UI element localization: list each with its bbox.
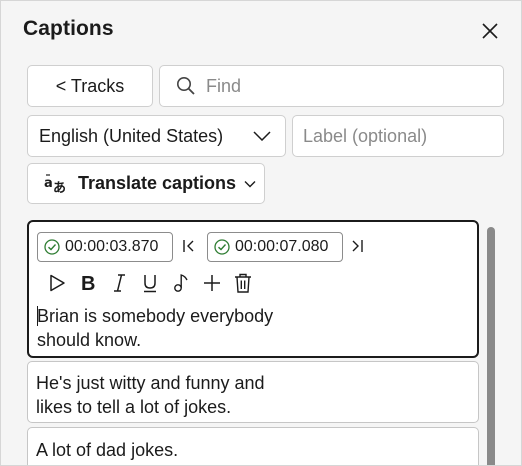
find-input[interactable]: Find [159, 65, 504, 107]
play-button[interactable] [41, 270, 72, 296]
check-circle-icon [44, 239, 60, 255]
end-time-field[interactable]: 00:00:07.080 [207, 232, 343, 262]
back-to-tracks-button[interactable]: < Tracks [27, 65, 153, 107]
skip-start-icon [183, 240, 194, 252]
caption-item-active[interactable]: 00:00:03.870 00:00:07.080 B Brian is som… [27, 220, 479, 358]
chevron-down-icon [253, 131, 271, 141]
svg-text:あ: あ [53, 181, 66, 195]
translate-captions-button[interactable]: a あ Translate captions [27, 163, 265, 204]
chevron-down-icon [244, 180, 256, 187]
caption-text: He's just witty and funny and likes to t… [36, 373, 265, 417]
language-dropdown[interactable]: English (United States) [27, 115, 286, 157]
search-icon [177, 77, 195, 95]
find-placeholder: Find [206, 75, 242, 96]
translate-icon: a あ [44, 173, 66, 195]
underline-button[interactable] [134, 270, 165, 296]
scrollbar-thumb[interactable] [487, 227, 495, 465]
delete-caption-button[interactable] [227, 270, 258, 296]
caption-text: A lot of dad jokes. [36, 440, 179, 460]
italic-icon [113, 274, 125, 292]
caption-text-editor[interactable]: Brian is somebody everybody should know. [37, 304, 457, 352]
underline-icon [143, 275, 156, 293]
italic-button[interactable] [103, 270, 134, 296]
caption-item[interactable]: A lot of dad jokes. [27, 427, 479, 465]
jump-to-start-button[interactable] [181, 238, 197, 259]
check-circle-icon [214, 239, 230, 255]
start-time-field[interactable]: 00:00:03.870 [37, 232, 173, 262]
close-icon [482, 23, 498, 39]
panel-title: Captions [23, 17, 114, 40]
jump-to-end-button[interactable] [349, 238, 365, 259]
start-time-value: 00:00:03.870 [65, 238, 159, 255]
music-note-icon [173, 274, 188, 292]
close-button[interactable] [477, 18, 503, 44]
label-placeholder: Label (optional) [303, 125, 428, 146]
svg-text:B: B [81, 273, 95, 293]
captions-panel: Captions < Tracks Find English (United S… [0, 0, 522, 466]
play-icon [49, 274, 65, 292]
caption-item[interactable]: He's just witty and funny and likes to t… [27, 361, 479, 423]
music-note-button[interactable] [165, 270, 196, 296]
formatting-toolbar: B [41, 270, 258, 296]
add-icon [203, 275, 220, 291]
end-time-value: 00:00:07.080 [235, 238, 329, 255]
delete-icon [234, 273, 251, 293]
label-field[interactable]: Label (optional) [292, 115, 504, 157]
bold-icon: B [81, 273, 95, 293]
add-caption-button[interactable] [196, 270, 227, 296]
language-selected: English (United States) [39, 125, 224, 146]
svg-text:a: a [44, 176, 53, 191]
caption-list: 00:00:03.870 00:00:07.080 B Brian is som… [27, 217, 483, 465]
translate-label: Translate captions [78, 173, 237, 193]
bold-button[interactable]: B [72, 270, 103, 296]
skip-end-icon [352, 240, 363, 252]
